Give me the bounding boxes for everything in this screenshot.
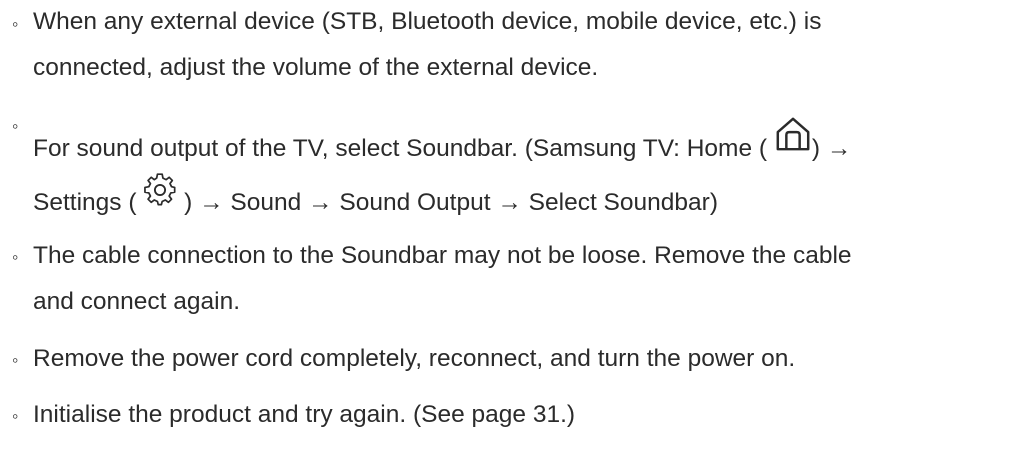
bullet: ◦ bbox=[12, 350, 19, 370]
text-line: Settings ( ) → Sound → Sound Output → Se… bbox=[33, 173, 851, 230]
text-segment: For sound output of the TV, select Sound… bbox=[33, 135, 774, 162]
bullet: ◦ bbox=[12, 406, 19, 426]
list-item-text: Initialise the product and try again. (S… bbox=[33, 392, 575, 438]
home-icon bbox=[774, 115, 812, 153]
text-line: connected, adjust the volume of the exte… bbox=[33, 54, 599, 81]
text-segment: ) → bbox=[811, 135, 852, 162]
text-line: The cable connection to the Soundbar may… bbox=[33, 242, 852, 269]
text-line: Initialise the product and try again. (S… bbox=[33, 401, 576, 428]
text-segment: ) → Sound → Sound Output → Select Soundb… bbox=[177, 189, 718, 216]
text-line: Remove the power cord completely, reconn… bbox=[33, 345, 796, 372]
text-line: When any external device (STB, Bluetooth… bbox=[33, 8, 822, 35]
gear-icon bbox=[143, 173, 177, 207]
list-item-text: When any external device (STB, Bluetooth… bbox=[33, 0, 821, 91]
list-item-text: Remove the power cord completely, reconn… bbox=[33, 336, 795, 382]
text-segment: Settings ( bbox=[33, 189, 144, 216]
text-line: For sound output of the TV, select Sound… bbox=[33, 115, 852, 176]
bullet: ◦ bbox=[12, 247, 19, 267]
bullet: ◦ bbox=[12, 14, 19, 34]
bullet: ◦ bbox=[12, 116, 19, 136]
list-item-text: For sound output of the TV, select Sound… bbox=[33, 115, 852, 230]
text-line: and connect again. bbox=[33, 288, 241, 315]
list-item-text: The cable connection to the Soundbar may… bbox=[33, 233, 852, 325]
